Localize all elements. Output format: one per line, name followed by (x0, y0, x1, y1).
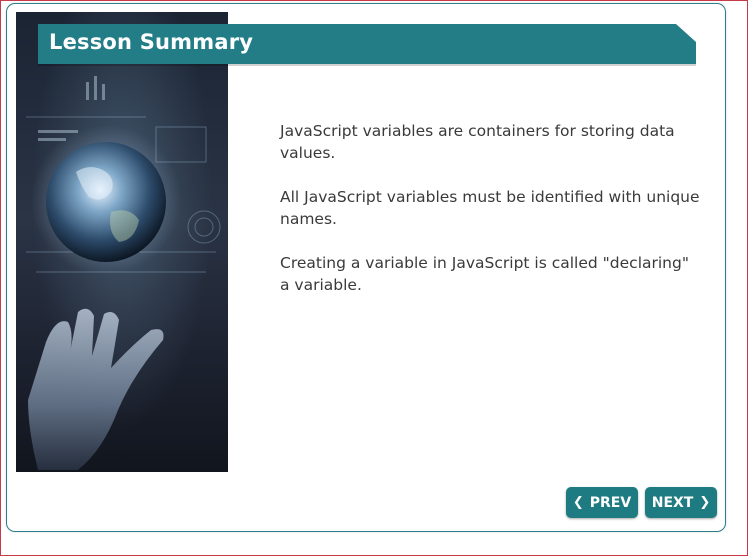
prev-label: PREV (589, 494, 632, 511)
lesson-content: JavaScript variables are containers for … (280, 120, 700, 318)
summary-paragraph: All JavaScript variables must be identif… (280, 188, 700, 228)
hero-image-globe-hand (16, 12, 228, 472)
summary-paragraph: Creating a variable in JavaScript is cal… (280, 254, 689, 294)
chevron-right-icon: ❯ (699, 495, 711, 510)
hero-illustration (26, 76, 221, 470)
next-label: NEXT (651, 494, 694, 511)
lesson-title-banner: Lesson Summary (38, 24, 696, 66)
summary-paragraph: JavaScript variables are containers for … (280, 122, 675, 162)
chevron-left-icon: ❮ (572, 495, 584, 510)
prev-button[interactable]: ❮ PREV (566, 487, 638, 518)
page-title: Lesson Summary (49, 30, 254, 54)
next-button[interactable]: NEXT ❯ (645, 487, 717, 518)
